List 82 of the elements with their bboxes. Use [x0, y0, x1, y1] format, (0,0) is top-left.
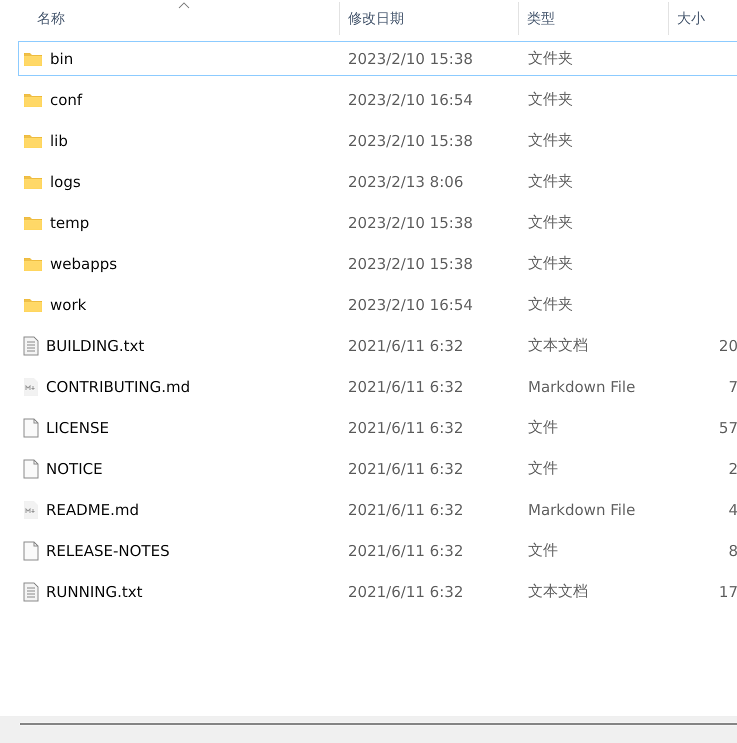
folder-icon [23, 92, 43, 108]
blank-file-icon [23, 540, 39, 560]
file-type: 文件夹 [528, 295, 574, 314]
modified-date: 2023/2/10 15:38 [348, 50, 474, 68]
file-type: Markdown File [528, 378, 636, 396]
modified-date: 2023/2/13 8:06 [348, 172, 464, 190]
file-row[interactable]: lib 2023/2/10 15:38 文件夹 [18, 123, 737, 158]
file-type: 文件夹 [528, 49, 574, 68]
modified-date: 2023/2/10 16:54 [348, 296, 474, 314]
folder-icon [23, 214, 43, 230]
file-size: 4 [728, 500, 737, 518]
folder-icon [23, 296, 43, 312]
file-size: 8 [728, 542, 737, 560]
file-name: LICENSE [46, 418, 109, 436]
markdown-file-icon [23, 500, 39, 520]
file-type: 文件 [528, 459, 559, 478]
blank-file-icon [23, 458, 39, 478]
file-type: 文件 [528, 541, 559, 560]
file-name: RELEASE-NOTES [46, 542, 170, 560]
file-type: 文件夹 [528, 213, 574, 232]
file-row[interactable]: work 2023/2/10 16:54 文件夹 [18, 287, 737, 322]
modified-date: 2021/6/11 6:32 [348, 500, 464, 518]
folder-icon [23, 174, 43, 190]
file-row[interactable]: conf 2023/2/10 16:54 文件夹 [18, 82, 737, 117]
file-size: 57 [718, 418, 737, 436]
column-header[interactable]: 修改日期 [340, 2, 519, 35]
column-header[interactable]: 名称 [0, 2, 340, 35]
file-type: 文件夹 [528, 131, 574, 150]
file-type: 文件 [528, 418, 559, 437]
file-type: 文件夹 [528, 90, 574, 109]
file-name: lib [50, 132, 68, 150]
file-name: RUNNING.txt [46, 582, 143, 600]
modified-date: 2021/6/11 6:32 [348, 378, 464, 396]
modified-date: 2021/6/11 6:32 [348, 582, 464, 600]
modified-date: 2023/2/10 15:38 [348, 254, 474, 272]
file-row[interactable]: bin 2023/2/10 15:38 文件夹 [18, 41, 737, 76]
horizontal-scrollbar[interactable] [0, 716, 737, 743]
file-name: temp [50, 214, 90, 232]
file-type: 文本文档 [528, 336, 589, 355]
file-name: webapps [50, 254, 118, 272]
file-type: 文本文档 [528, 582, 589, 601]
file-row[interactable]: temp 2023/2/10 15:38 文件夹 [18, 205, 737, 240]
modified-date: 2023/2/10 16:54 [348, 90, 474, 108]
file-name: README.md [46, 500, 140, 518]
file-size: 20 [718, 336, 737, 354]
modified-date: 2021/6/11 6:32 [348, 460, 464, 478]
column-header[interactable]: 类型 [519, 2, 669, 35]
file-name: logs [50, 172, 81, 190]
modified-date: 2023/2/10 15:38 [348, 132, 474, 150]
folder-icon [23, 132, 43, 148]
file-row[interactable]: NOTICE 2021/6/11 6:32 文件 2 [18, 451, 737, 486]
text-file-icon [23, 582, 39, 602]
file-row[interactable]: RELEASE-NOTES 2021/6/11 6:32 文件 8 [18, 533, 737, 568]
file-name: conf [50, 90, 82, 108]
file-row[interactable]: logs 2023/2/13 8:06 文件夹 [18, 164, 737, 199]
modified-date: 2023/2/10 15:38 [348, 214, 474, 232]
file-name: work [50, 296, 86, 314]
file-row[interactable]: RUNNING.txt 2021/6/11 6:32 文本文档 17 [18, 574, 737, 609]
file-type: 文件夹 [528, 254, 574, 273]
file-name: NOTICE [46, 460, 103, 478]
file-row[interactable]: BUILDING.txt 2021/6/11 6:32 文本文档 20 [18, 328, 737, 363]
modified-date: 2021/6/11 6:32 [348, 336, 464, 354]
file-name: CONTRIBUTING.md [46, 378, 190, 396]
file-size: 2 [728, 460, 737, 478]
file-name: bin [50, 50, 74, 68]
file-size: 7 [728, 378, 737, 396]
folder-icon [23, 256, 43, 272]
file-size: 17 [718, 582, 737, 600]
file-row[interactable]: CONTRIBUTING.md 2021/6/11 6:32 Markdown File 7 [18, 369, 737, 404]
blank-file-icon [23, 418, 39, 438]
column-header[interactable]: 大小 [669, 2, 737, 35]
file-type: Markdown File [528, 500, 636, 518]
file-row[interactable]: README.md 2021/6/11 6:32 Markdown File 4 [18, 492, 737, 527]
modified-date: 2021/6/11 6:32 [348, 542, 464, 560]
modified-date: 2021/6/11 6:32 [348, 418, 464, 436]
file-row[interactable]: webapps 2023/2/10 15:38 文件夹 [18, 246, 737, 281]
folder-icon [23, 50, 43, 66]
file-name: BUILDING.txt [46, 336, 144, 354]
text-file-icon [23, 336, 39, 356]
markdown-file-icon [23, 376, 39, 396]
file-type: 文件夹 [528, 172, 574, 191]
file-row[interactable]: LICENSE 2021/6/11 6:32 文件 57 [18, 410, 737, 445]
